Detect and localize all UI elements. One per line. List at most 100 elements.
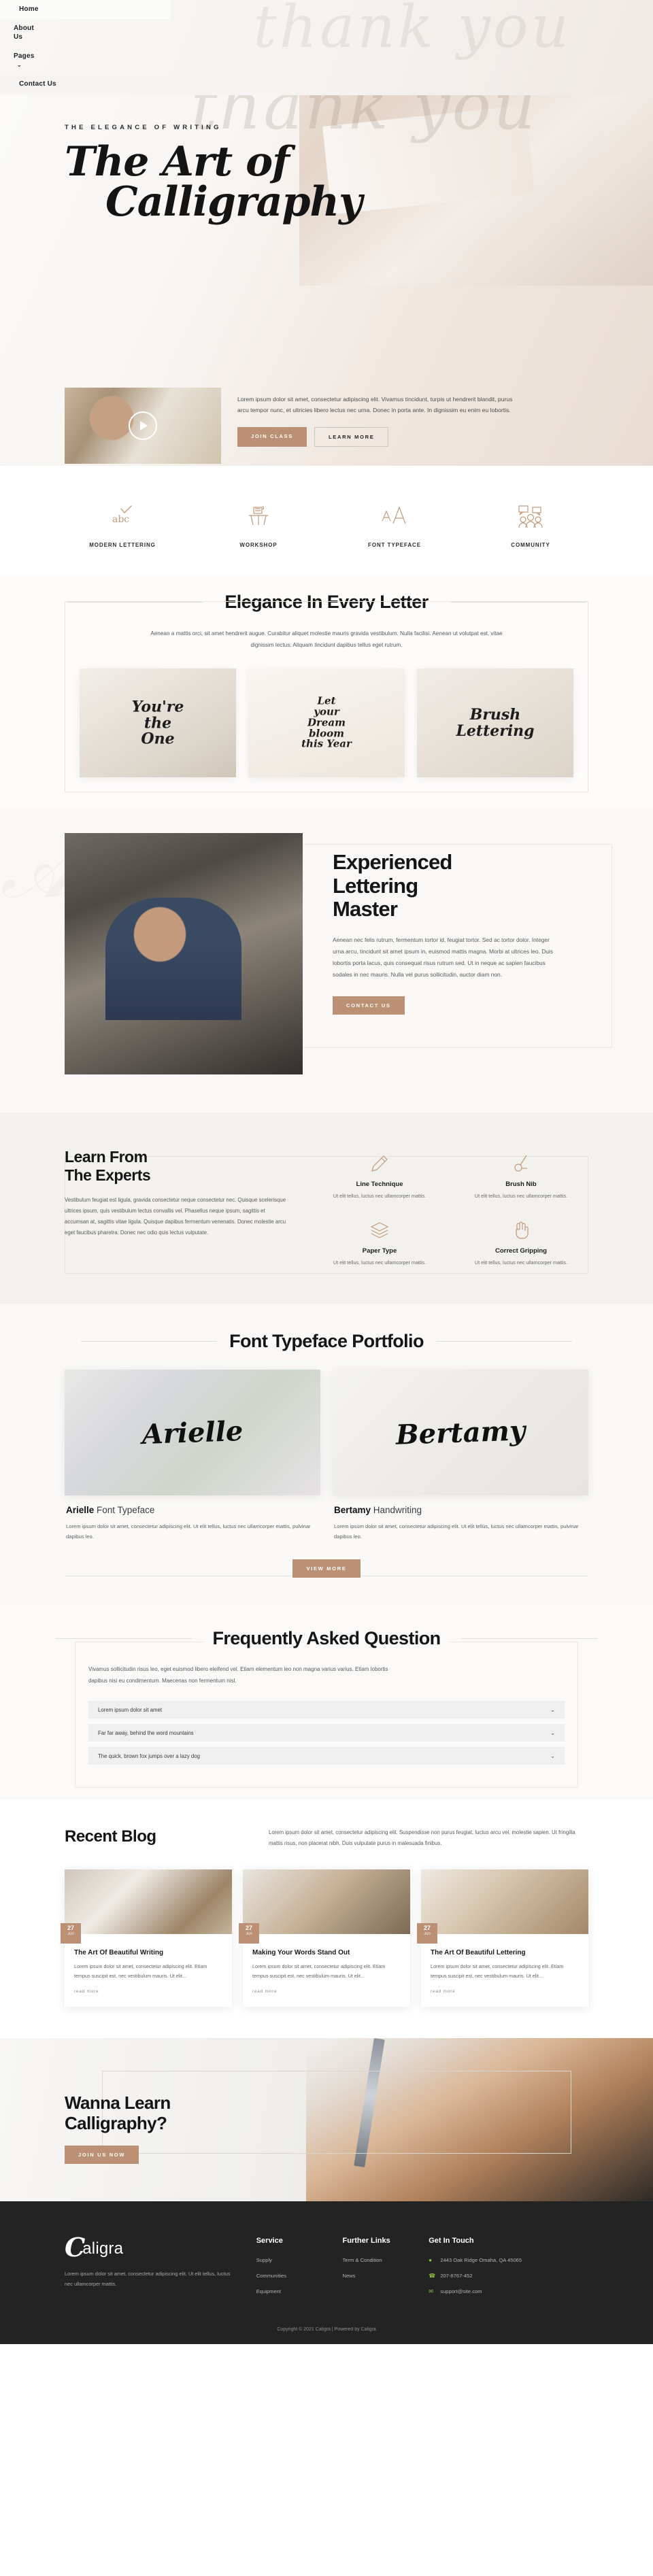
blog-read-more-link[interactable]: read more	[252, 1989, 277, 1994]
expert-item-desc: Ut elit tellus, luctus nec ullamcorper m…	[474, 1259, 568, 1266]
feature-workshop[interactable]: WORKSHOP	[190, 501, 326, 548]
faq-accordion-item[interactable]: The quick, brown fox jumps over a lazy d…	[88, 1747, 565, 1765]
location-pin-icon: ●	[429, 2257, 433, 2264]
blog-read-more-link[interactable]: read more	[74, 1989, 99, 1994]
divider-right	[450, 602, 586, 603]
feature-label: MODERN LETTERING	[89, 542, 156, 548]
blog-card-title[interactable]: Making Your Words Stand Out	[252, 1949, 401, 1956]
footer-address-text: 2443 Oak Ridge Omaha, QA 45065	[440, 2257, 522, 2264]
nav-item-label: Contact Us	[19, 80, 56, 88]
community-people-icon	[463, 501, 599, 532]
cta-section: Wanna Learn Calligraphy? JOIN US NOW	[0, 2038, 653, 2202]
master-title-line3: Master	[333, 896, 398, 921]
abc-check-icon: abc	[54, 501, 190, 532]
experts-section: Learn From The Experts Vestibulum feugia…	[0, 1113, 653, 1304]
blog-read-more-link[interactable]: read more	[431, 1989, 455, 1994]
blog-card[interactable]: 27 Jun Making Your Words Stand Out Lorem…	[239, 1869, 410, 2007]
blog-date-badge: 27 Jun	[61, 1922, 81, 1944]
expert-item-desc: Ut elit tellus, luctus nec ullamcorper m…	[333, 1193, 426, 1200]
elegance-card[interactable]: Let your Dream bloom this Year	[248, 668, 405, 778]
footer-email[interactable]: ✉ support@site.com	[429, 2288, 588, 2294]
cta-title: Wanna Learn Calligraphy?	[65, 2092, 653, 2133]
blog-image: 27 Jun	[417, 1869, 588, 1944]
portfolio-card-suffix: Handwriting	[371, 1505, 422, 1516]
portfolio-card[interactable]: Arielle Arielle Font Typeface Lorem ipsu…	[65, 1370, 320, 1542]
hand-icon	[459, 1219, 583, 1242]
expert-item-title: Brush Nib	[505, 1181, 537, 1189]
feature-modern-lettering[interactable]: abc MODERN LETTERING	[54, 501, 190, 548]
portfolio-grid: Arielle Arielle Font Typeface Lorem ipsu…	[0, 1370, 653, 1542]
footer-link-communities[interactable]: Communities	[256, 2273, 343, 2279]
footer-link-equipment[interactable]: Equipment	[256, 2288, 343, 2294]
elegance-section: Elegance In Every Letter Aenean a mattis…	[0, 574, 653, 809]
faq-question: Lorem ipsum dolor sit amet	[98, 1706, 163, 1713]
blog-image: 27 Jun	[239, 1869, 410, 1944]
phone-icon: ☎	[429, 2273, 436, 2280]
elegance-card-script: You're the One	[131, 698, 184, 747]
footer-link-news[interactable]: News	[342, 2273, 429, 2279]
footer-column-heading: Get In Touch	[429, 2237, 474, 2245]
hero-card-paragraph: Lorem ipsum dolor sit amet, consectetur …	[237, 396, 513, 413]
footer-link-term-condition[interactable]: Term & Condition	[342, 2257, 429, 2263]
footer-address: ● 2443 Oak Ridge Omaha, QA 45065	[429, 2257, 588, 2263]
nav-item-label: About Us	[14, 24, 34, 41]
logo-word: aligra	[82, 2239, 124, 2258]
section-title: Elegance In Every Letter	[215, 592, 438, 613]
chevron-down-icon[interactable]: ⌄	[550, 1753, 555, 1759]
blog-card-excerpt: Lorem ipsum dolor sit amet, consectetur …	[74, 1963, 207, 1979]
blog-card-title[interactable]: The Art Of Beautiful Lettering	[431, 1949, 579, 1956]
feature-font-typeface[interactable]: FONT TYPEFACE	[326, 501, 463, 548]
expert-item-brush-nib[interactable]: Brush Nib Ut elit tellus, luctus nec ull…	[454, 1149, 588, 1203]
faq-accordion-item[interactable]: Lorem ipsum dolor sit amet ⌄	[88, 1701, 565, 1719]
hero-title-line2: Calligraphy	[105, 177, 363, 226]
script-line: You're	[131, 698, 184, 716]
section-title: Frequently Asked Question	[204, 1628, 449, 1650]
expert-item-correct-gripping[interactable]: Correct Gripping Ut elit tellus, luctus …	[454, 1216, 588, 1270]
blog-date-month: Jun	[424, 1931, 431, 1936]
elegance-card[interactable]: You're the One	[80, 668, 236, 778]
faq-question: The quick, brown fox jumps over a lazy d…	[98, 1752, 200, 1759]
expert-item-title: Line Technique	[356, 1181, 403, 1189]
elegance-card[interactable]: Brush Lettering	[417, 668, 573, 778]
feature-label: WORKSHOP	[239, 542, 278, 548]
nav-item-contact-us[interactable]: Contact Us	[0, 74, 170, 93]
cta-title-line1: Wanna Learn	[65, 2092, 171, 2114]
nav-item-home[interactable]: Home	[0, 0, 170, 19]
join-class-button[interactable]: JOIN CLASS	[237, 426, 307, 447]
footer-phone[interactable]: ☎ 207-8767-452	[429, 2273, 588, 2279]
footer-brand: C aligra Lorem ipsum dolor sit amet, con…	[65, 2234, 256, 2304]
master-title: Experienced Lettering Master	[333, 851, 561, 920]
site-footer: C aligra Lorem ipsum dolor sit amet, con…	[0, 2201, 653, 2345]
play-icon[interactable]	[129, 411, 157, 440]
portfolio-card[interactable]: Bertamy Bertamy Handwriting Lorem ipsum …	[333, 1370, 588, 1542]
chevron-down-icon[interactable]: ⌄	[550, 1730, 555, 1736]
nav-item-pages[interactable]: Pages ⌄	[0, 47, 41, 75]
join-us-now-button[interactable]: JOIN US NOW	[65, 2146, 139, 2165]
blog-card[interactable]: 27 Jun The Art Of Beautiful Lettering Lo…	[417, 1869, 588, 2007]
blog-card[interactable]: 27 Jun The Art Of Beautiful Writing Lore…	[61, 1869, 232, 2007]
blog-date-badge: 27 Jun	[239, 1922, 259, 1944]
footer-link-supply[interactable]: Supply	[256, 2257, 343, 2263]
expert-item-paper-type[interactable]: Paper Type Ut elit tellus, luctus nec ul…	[312, 1216, 447, 1270]
hero-section: thank you THE ELEGANCE OF WRITING The Ar…	[0, 95, 653, 466]
hero-video-thumbnail[interactable]	[65, 388, 221, 464]
blog-title: Recent Blog	[65, 1827, 156, 1846]
primary-nav[interactable]: Home About Us Pages ⌄ Contact Us	[0, 0, 170, 93]
chevron-down-icon[interactable]: ⌄	[17, 62, 22, 69]
expert-item-line-technique[interactable]: Line Technique Ut elit tellus, luctus ne…	[312, 1149, 447, 1203]
nav-item-about-us[interactable]: About Us	[0, 19, 41, 47]
footer-logo[interactable]: C aligra	[65, 2234, 256, 2260]
faq-accordion-item[interactable]: Far far away, behind the word mountains …	[88, 1724, 565, 1742]
script-line: Lettering	[456, 722, 535, 740]
blog-card-title[interactable]: The Art Of Beautiful Writing	[74, 1949, 222, 1956]
view-more-button[interactable]: VIEW MORE	[292, 1559, 361, 1578]
learn-more-button[interactable]: LEARN MORE	[314, 426, 389, 447]
chevron-down-icon[interactable]: ⌄	[550, 1707, 555, 1713]
experts-title-line2: The Experts	[65, 1166, 151, 1184]
contact-us-button[interactable]: CONTACT US	[333, 996, 405, 1015]
header-decorative-script: thank you	[253, 0, 571, 61]
faq-heading: Frequently Asked Question	[0, 1628, 653, 1650]
divider-left	[67, 602, 203, 603]
feature-community[interactable]: COMMUNITY	[463, 501, 599, 548]
feature-label: COMMUNITY	[511, 542, 550, 548]
